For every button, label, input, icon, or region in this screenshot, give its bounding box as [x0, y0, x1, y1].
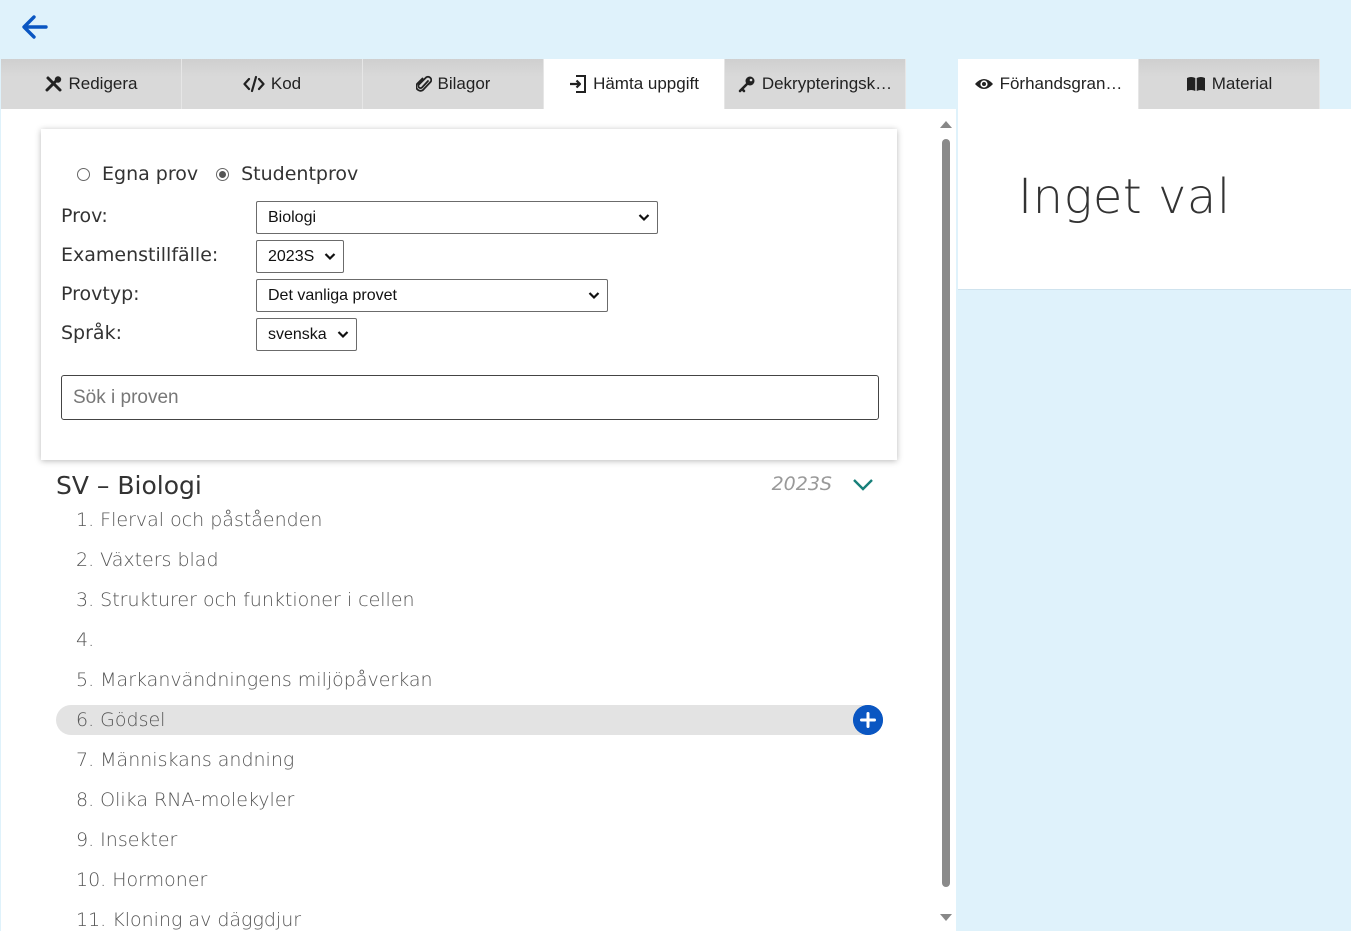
source-radio-group: Egna prov Studentprov: [77, 163, 376, 185]
exam-section-year: 2023S: [771, 473, 832, 495]
question-label: 5. Markanvändningens miljöpåverkan: [76, 669, 433, 691]
tab-label: Kod: [270, 74, 302, 93]
chevron-down-icon: [337, 331, 349, 339]
arrow-left-icon[interactable]: [18, 10, 52, 44]
scroll-down-arrow-icon[interactable]: [940, 914, 952, 921]
tab-label: Material: [1211, 74, 1273, 93]
tab-dekrypteringsnyckel[interactable]: Dekrypteringsk…: [725, 59, 906, 109]
question-label: 11. Kloning av däggdjur: [76, 909, 302, 931]
question-label: 4.: [76, 629, 95, 651]
list-item[interactable]: 4.: [56, 625, 883, 655]
radio-egna-prov[interactable]: Egna prov: [77, 163, 198, 185]
question-label: 2. Växters blad: [76, 549, 219, 571]
key-icon: [738, 76, 755, 93]
preview-panel: Inget val: [958, 109, 1351, 290]
scrollbar[interactable]: [937, 109, 955, 931]
list-item[interactable]: 11. Kloning av däggdjur: [56, 905, 883, 931]
provtyp-select[interactable]: Det vanliga provet: [256, 279, 608, 312]
tab-label: Hämta uppgift: [593, 74, 699, 93]
tab-bilagor[interactable]: Bilagor: [363, 59, 544, 109]
question-label: 3. Strukturer och funktioner i cellen: [76, 589, 415, 611]
tab-label: Förhandsgran…: [999, 74, 1123, 93]
preview-tabs: Förhandsgran… Material: [958, 59, 1320, 109]
tab-kod[interactable]: Kod: [182, 59, 363, 109]
exam-select[interactable]: 2023S: [256, 240, 344, 273]
provtyp-label: Provtyp:: [61, 283, 140, 305]
question-label: 9. Insekter: [76, 829, 178, 851]
list-item[interactable]: 9. Insekter: [56, 825, 883, 855]
list-item[interactable]: 2. Växters blad: [56, 545, 883, 575]
book-icon: [1186, 77, 1205, 91]
list-item-highlighted[interactable]: 6. Gödsel: [56, 705, 883, 735]
question-label: 7. Människans andning: [76, 749, 295, 771]
question-label: 10. Hormoner: [76, 869, 208, 891]
radio-label: Studentprov: [241, 163, 359, 185]
chevron-down-icon[interactable]: [852, 478, 874, 492]
radio-button[interactable]: [216, 167, 230, 181]
scrollbar-thumb[interactable]: [942, 139, 950, 887]
preview-empty-text: Inget val: [1018, 169, 1231, 225]
import-icon: [570, 75, 587, 93]
prov-label: Prov:: [61, 205, 108, 227]
eye-icon: [974, 79, 993, 89]
radio-studentprov[interactable]: Studentprov: [216, 163, 358, 185]
filter-card: Egna prov Studentprov Prov: Biologi Exam…: [41, 129, 897, 460]
search-input[interactable]: [61, 375, 879, 420]
editor-tabs: Redigera Kod Bilagor Hämta uppgift Dekry…: [1, 59, 906, 109]
sprak-select-value: svenska: [268, 325, 327, 343]
tab-label: Redigera: [68, 74, 138, 93]
chevron-down-icon: [638, 214, 650, 222]
chevron-down-icon: [324, 253, 336, 261]
question-list: 1. Flerval och påståenden 2. Växters bla…: [56, 505, 883, 931]
exam-section-title: SV – Biologi: [56, 471, 202, 500]
prov-select-value: Biologi: [268, 208, 317, 226]
list-item[interactable]: 1. Flerval och påståenden: [56, 505, 883, 535]
chevron-down-icon: [588, 292, 600, 300]
fetch-task-panel: Egna prov Studentprov Prov: Biologi Exam…: [1, 109, 956, 931]
tab-material[interactable]: Material: [1139, 59, 1320, 109]
list-item[interactable]: 3. Strukturer och funktioner i cellen: [56, 585, 883, 615]
list-item[interactable]: 5. Markanvändningens miljöpåverkan: [56, 665, 883, 695]
tab-label: Dekrypteringsk…: [761, 74, 893, 93]
tab-forhandsgranskning[interactable]: Förhandsgran…: [958, 59, 1139, 109]
sprak-label: Språk:: [61, 322, 122, 344]
tab-hamta-uppgift[interactable]: Hämta uppgift: [544, 59, 725, 109]
question-label: 8. Olika RNA-molekyler: [76, 789, 295, 811]
question-label: 1. Flerval och påståenden: [76, 509, 323, 531]
paperclip-icon: [415, 75, 432, 92]
prov-select[interactable]: Biologi: [256, 201, 658, 234]
exam-label: Examenstillfälle:: [61, 244, 219, 266]
radio-label: Egna prov: [102, 163, 199, 185]
code-icon: [243, 75, 265, 93]
provtyp-select-value: Det vanliga provet: [268, 286, 397, 304]
top-bar: [0, 0, 1351, 59]
question-label: 6. Gödsel: [76, 709, 166, 731]
tab-redigera[interactable]: Redigera: [1, 59, 182, 109]
add-question-button[interactable]: [853, 705, 883, 735]
radio-button[interactable]: [77, 167, 90, 181]
tools-icon: [45, 76, 61, 92]
list-item[interactable]: 7. Människans andning: [56, 745, 883, 775]
exam-select-value: 2023S: [268, 247, 315, 265]
sprak-select[interactable]: svenska: [256, 318, 357, 351]
list-item[interactable]: 10. Hormoner: [56, 865, 883, 895]
list-item[interactable]: 8. Olika RNA-molekyler: [56, 785, 883, 815]
tab-label: Bilagor: [437, 74, 491, 93]
scroll-up-arrow-icon[interactable]: [940, 121, 952, 128]
